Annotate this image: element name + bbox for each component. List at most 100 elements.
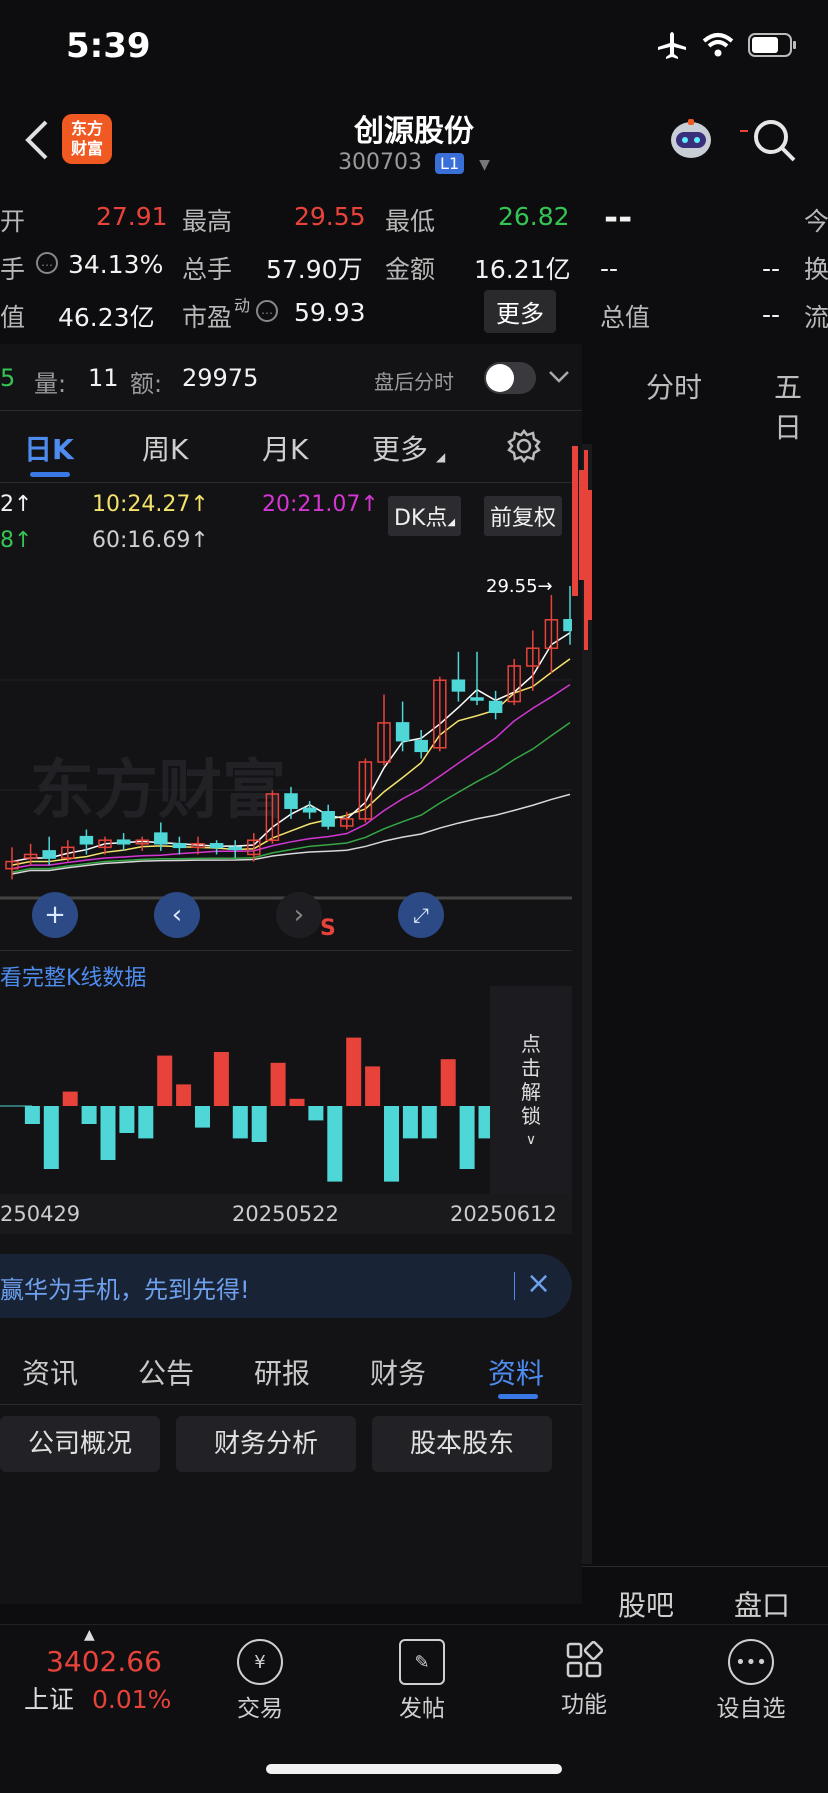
indicator-bar-chart bbox=[0, 1037, 513, 1186]
tick-vol-label: 量: bbox=[34, 370, 67, 398]
level-badge: L1 bbox=[435, 153, 465, 174]
tab-five-day[interactable]: 五日 bbox=[774, 366, 828, 446]
unlock-char-4: 锁 bbox=[521, 1104, 541, 1128]
quote-right-row3-value: -- bbox=[762, 300, 781, 329]
promo-close-button[interactable]: × bbox=[526, 1266, 551, 1301]
info-circle-icon[interactable]: … bbox=[256, 300, 278, 322]
info-circle-icon[interactable]: … bbox=[36, 252, 58, 274]
search-icon[interactable] bbox=[752, 118, 798, 168]
tick-amt-value: 29975 bbox=[182, 364, 259, 392]
robot-assistant-icon[interactable] bbox=[668, 118, 714, 162]
info-tabs: 资讯 公告 研报 财务 资料 bbox=[0, 1330, 582, 1404]
nav-functions[interactable]: 功能 bbox=[534, 1625, 634, 1719]
tab-more[interactable]: 更多 bbox=[372, 428, 428, 468]
tab-finance[interactable]: 财务 bbox=[370, 1352, 426, 1392]
candle-body bbox=[284, 793, 298, 809]
tick-row: 5 量: 11 额: 29975 盘后分时 bbox=[0, 344, 582, 410]
yen-icon: ¥ bbox=[237, 1639, 283, 1685]
nav-add-watchlist[interactable]: ••• 设自选 bbox=[696, 1625, 806, 1723]
indicator-bar bbox=[43, 1106, 59, 1169]
more-dots-icon: ••• bbox=[728, 1639, 774, 1685]
candle-body bbox=[470, 697, 484, 701]
gear-icon[interactable] bbox=[506, 428, 542, 464]
indicator-bar bbox=[289, 1098, 305, 1106]
candle-body bbox=[116, 839, 131, 845]
candle-body bbox=[302, 807, 317, 813]
indicator-bar bbox=[440, 1059, 456, 1106]
quote-more-button[interactable]: 更多 bbox=[484, 290, 556, 333]
indicator-bar bbox=[119, 1106, 135, 1133]
zoom-in-button[interactable]: + bbox=[32, 892, 78, 938]
quote-label-volume: 总手 bbox=[182, 255, 233, 284]
indicator-bar bbox=[402, 1106, 418, 1139]
tab-day-k[interactable]: 日K bbox=[24, 428, 74, 468]
caret-up-icon: ▲ bbox=[84, 1627, 95, 1643]
tick-prefix: 5 bbox=[0, 364, 16, 392]
ma30-value: 8↑ bbox=[0, 528, 33, 553]
company-overview-button[interactable]: 公司概况 bbox=[0, 1416, 160, 1472]
candle-body bbox=[42, 850, 56, 859]
unlock-char-3: 解 bbox=[521, 1080, 541, 1104]
quote-value-low: 26.82 bbox=[498, 202, 570, 231]
candlestick-chart[interactable]: 东方财富 29.55→ bbox=[0, 560, 572, 950]
candle-body bbox=[321, 811, 335, 827]
after-hours-toggle[interactable] bbox=[484, 362, 536, 394]
kline-period-tabs: 日K 周K 月K 更多 ◢ bbox=[0, 410, 582, 482]
candle-body bbox=[79, 835, 94, 845]
index-ticker[interactable]: 3402.66 上证 0.01% bbox=[24, 1645, 184, 1716]
tab-month-k[interactable]: 月K bbox=[262, 428, 308, 468]
tab-research[interactable]: 研报 bbox=[254, 1352, 310, 1392]
index-name: 上证 bbox=[24, 1685, 75, 1714]
high-price-marker: 29.55→ bbox=[486, 576, 553, 597]
stock-code: 300703 bbox=[338, 150, 423, 175]
nav-trade[interactable]: ¥ 交易 bbox=[210, 1625, 310, 1723]
tab-guba[interactable]: 股吧 bbox=[618, 1584, 674, 1624]
tick-amt-label: 额: bbox=[130, 370, 163, 398]
tab-announcements[interactable]: 公告 bbox=[138, 1352, 194, 1392]
index-change: 0.01% bbox=[91, 1685, 172, 1714]
indicator-bar bbox=[157, 1055, 173, 1106]
scroll-left-button[interactable]: ‹ bbox=[154, 892, 200, 938]
indicator-bar bbox=[251, 1106, 267, 1142]
quote-label-open: 开 bbox=[0, 207, 26, 236]
quote-value-volume: 57.90万 bbox=[266, 255, 363, 284]
x-axis-labels: 250429 20250522 20250612 bbox=[0, 1194, 572, 1234]
scroll-right-button[interactable]: › bbox=[276, 892, 322, 938]
quote-label-low: 最低 bbox=[385, 207, 436, 236]
candle-body bbox=[154, 832, 168, 845]
candle-body bbox=[451, 679, 466, 692]
indicator-bar bbox=[232, 1106, 248, 1139]
x-label-1: 250429 bbox=[0, 1202, 81, 1226]
indicator-bar bbox=[213, 1052, 229, 1106]
fullscreen-button[interactable]: ⤢ bbox=[398, 892, 444, 938]
intraday-panel: 分时 五日 股吧 盘口 bbox=[582, 344, 828, 1624]
indicator-bar bbox=[346, 1037, 362, 1106]
tab-intraday[interactable]: 分时 bbox=[646, 366, 702, 406]
quote-value-mktcap: 46.23亿 bbox=[58, 303, 155, 332]
candle-body bbox=[209, 843, 224, 849]
indicator-bar bbox=[195, 1106, 210, 1128]
tab-order-book[interactable]: 盘口 bbox=[734, 1584, 790, 1624]
tab-week-k[interactable]: 周K bbox=[142, 428, 188, 468]
ma10-value: 10:24.27↑ bbox=[92, 492, 209, 517]
chevron-down-icon[interactable] bbox=[548, 370, 570, 384]
indicator-bar bbox=[365, 1066, 381, 1106]
indicator-bar bbox=[421, 1106, 437, 1139]
unlock-char-1: 点 bbox=[521, 1032, 541, 1056]
pencil-icon: ✎ bbox=[399, 1639, 445, 1685]
quote-right-dash: -- bbox=[604, 198, 633, 238]
index-value: 3402.66 bbox=[46, 1645, 162, 1678]
financial-analysis-button[interactable]: 财务分析 bbox=[176, 1416, 356, 1472]
quote-edge-3: 流 bbox=[804, 303, 828, 332]
tab-news[interactable]: 资讯 bbox=[22, 1352, 78, 1392]
indicator-bar bbox=[308, 1106, 324, 1121]
forward-adjust-button[interactable]: 前复权 bbox=[484, 496, 563, 536]
dk-point-button[interactable]: DK点◢ bbox=[388, 496, 462, 536]
promo-banner[interactable]: 赢华为手机，先到先得! × bbox=[0, 1254, 572, 1318]
nav-post[interactable]: ✎ 发帖 bbox=[372, 1625, 472, 1723]
tab-profile[interactable]: 资料 bbox=[488, 1352, 544, 1392]
shareholders-button[interactable]: 股本股东 bbox=[372, 1416, 552, 1472]
tab-active-underline bbox=[30, 472, 70, 477]
unlock-button[interactable]: 点 击 解 锁 ∨ bbox=[490, 986, 572, 1194]
kline-panel: 5 量: 11 额: 29975 盘后分时 日K 周K 月K 更多 ◢ 2↑ 1… bbox=[0, 344, 582, 1604]
